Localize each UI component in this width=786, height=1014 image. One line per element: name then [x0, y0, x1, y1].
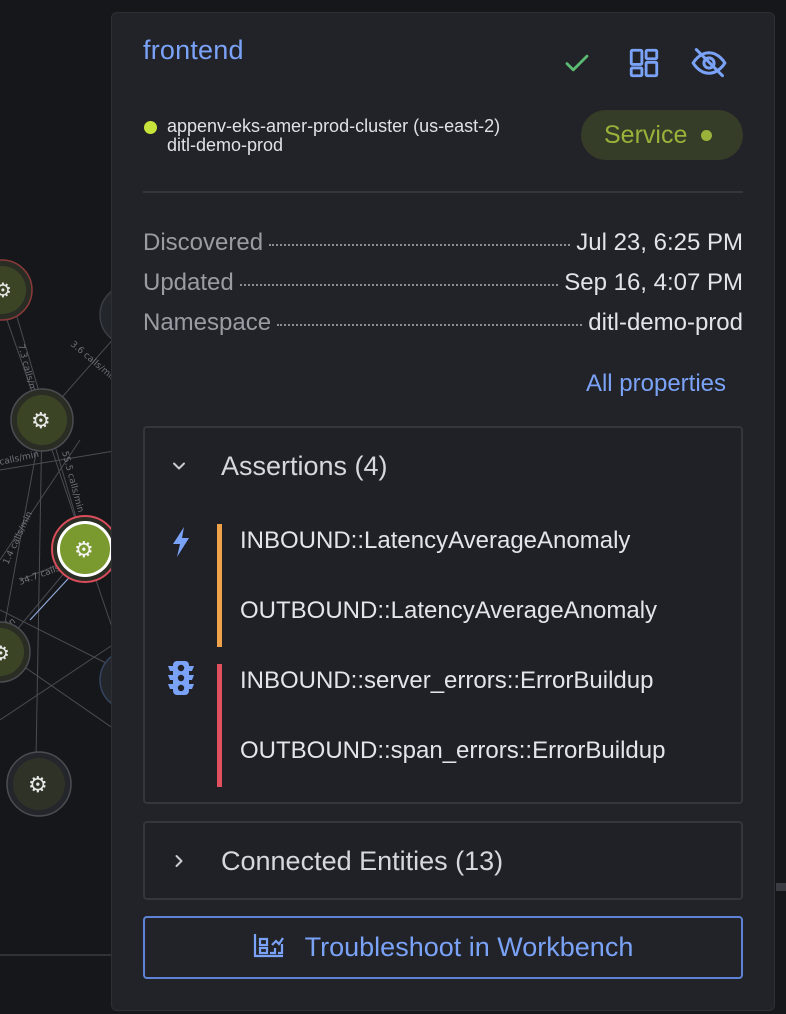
entity-details-panel: frontend appenv-eks-amer-prod-cluster (u… — [111, 12, 775, 1011]
graph-node[interactable]: ⚙ — [10, 388, 74, 452]
all-properties-link[interactable]: All properties — [586, 370, 726, 398]
property-row: Discovered Jul 23, 6:25 PM — [143, 229, 743, 259]
check-icon[interactable] — [557, 43, 597, 83]
troubleshoot-button-label: Troubleshoot in Workbench — [304, 932, 634, 962]
leader-dots — [277, 324, 583, 326]
graph-node[interactable]: ⚙ — [0, 621, 31, 683]
connected-entities-section: Connected Entities (13) — [143, 821, 743, 900]
connected-entities-title: Connected Entities (13) — [221, 845, 504, 876]
entity-type-badge: Service — [581, 110, 743, 160]
status-dot-icon — [701, 129, 713, 141]
svg-text:⚙: ⚙ — [31, 408, 51, 433]
assertion-item[interactable]: OUTBOUND::span_errors::ErrorBuildup — [240, 737, 665, 765]
svg-text:⚙: ⚙ — [0, 643, 10, 665]
cluster-status-dot — [144, 121, 157, 134]
entity-title[interactable]: frontend — [143, 35, 244, 66]
property-row: Updated Sep 16, 4:07 PM — [143, 269, 743, 299]
connected-entities-header[interactable]: Connected Entities (13) — [145, 823, 741, 899]
dashboard-icon[interactable] — [624, 43, 664, 83]
visibility-off-icon[interactable] — [689, 43, 729, 83]
severity-bar-critical — [217, 664, 222, 787]
svg-text:⚙: ⚙ — [28, 772, 48, 797]
property-key: Updated — [143, 269, 234, 296]
leader-dots — [239, 284, 559, 286]
property-key: Discovered — [143, 229, 264, 256]
property-value: ditl-demo-prod — [588, 309, 743, 336]
assertions-title: Assertions (4) — [221, 450, 388, 481]
property-key: Namespace — [143, 309, 272, 336]
assertion-item[interactable]: OUTBOUND::LatencyAverageAnomaly — [240, 597, 657, 625]
assertions-header[interactable]: Assertions (4) — [145, 428, 741, 504]
graph-node[interactable]: ⚙ — [0, 259, 33, 321]
svg-text:⚙: ⚙ — [0, 280, 12, 302]
assertion-item[interactable]: INBOUND::LatencyAverageAnomaly — [240, 527, 630, 555]
leader-dots — [269, 244, 571, 246]
property-value: Jul 23, 6:25 PM — [576, 229, 743, 256]
assertions-section: Assertions (4) INBOUND::LatencyAverageAn… — [143, 426, 743, 804]
divider — [143, 191, 743, 193]
assertion-item[interactable]: INBOUND::server_errors::ErrorBuildup — [240, 667, 653, 695]
graph-node[interactable]: ⚙ — [6, 751, 72, 817]
edge-label: 1.4 calls/min — [2, 510, 35, 566]
workbench-icon — [253, 932, 285, 963]
graph-node-selected[interactable]: ⚙ — [51, 515, 119, 583]
chevron-down-icon — [169, 456, 189, 476]
cluster-name: appenv-eks-amer-prod-cluster (us-east-2) — [167, 116, 501, 136]
property-value: Sep 16, 4:07 PM — [564, 269, 743, 296]
traffic-light-icon — [167, 661, 195, 695]
cluster-namespace: ditl-demo-prod — [167, 135, 284, 155]
chevron-right-icon — [169, 851, 189, 871]
property-row: Namespace ditl-demo-prod — [143, 309, 743, 339]
entity-type-label: Service — [604, 120, 688, 149]
troubleshoot-button[interactable]: Troubleshoot in Workbench — [143, 916, 743, 979]
severity-bar-warning — [217, 524, 222, 647]
lightning-icon — [167, 526, 195, 558]
svg-text:⚙: ⚙ — [74, 537, 94, 562]
